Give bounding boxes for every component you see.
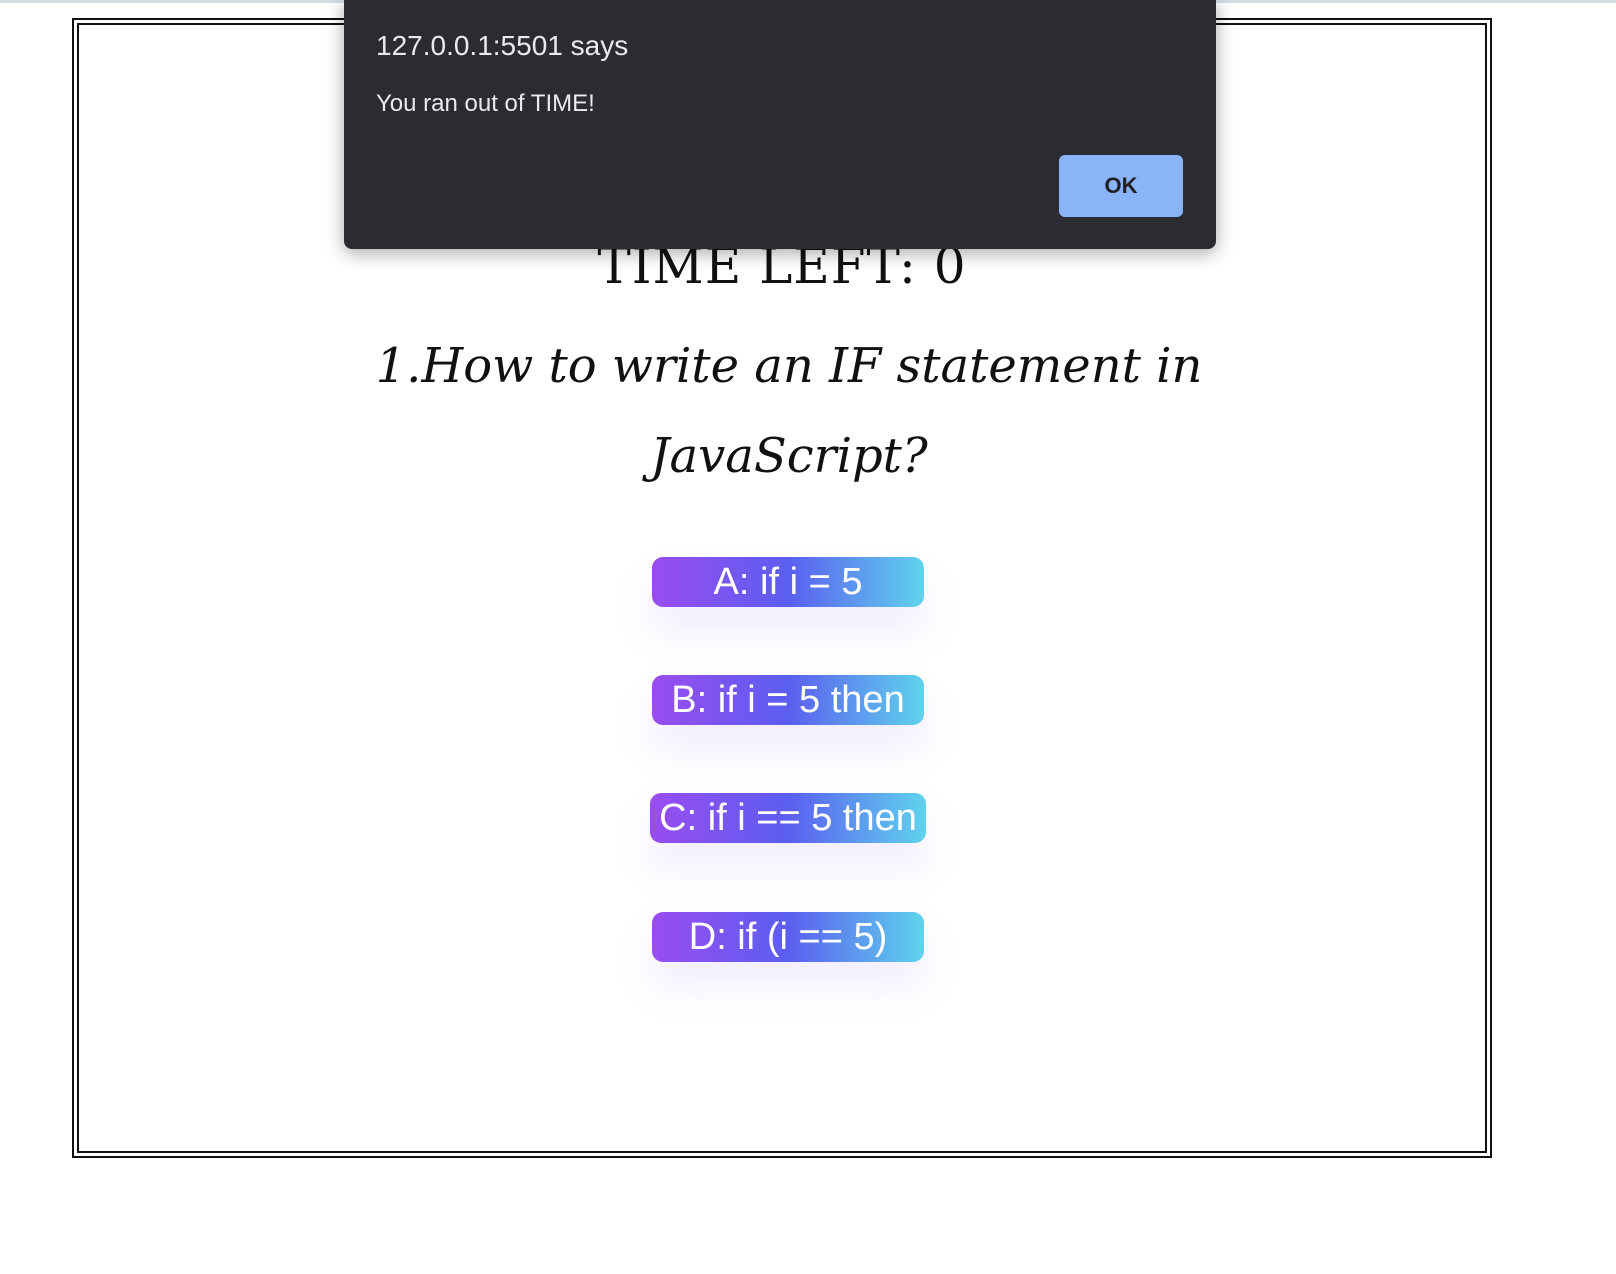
ok-button[interactable]: OK (1059, 155, 1183, 217)
answer-button-c[interactable]: C: if i == 5 then (650, 793, 926, 843)
question-text: 1.How to write an IF statement in JavaSc… (375, 338, 1203, 484)
answer-button-b[interactable]: B: if i = 5 then (652, 675, 924, 725)
dialog-message-text: You ran out of TIME! (376, 90, 595, 117)
answer-button-a[interactable]: A: if i = 5 (652, 557, 924, 607)
answer-button-d[interactable]: D: if (i == 5) (652, 912, 924, 962)
dialog-origin-text: 127.0.0.1:5501 says (376, 30, 629, 61)
alert-dialog: 127.0.0.1:5501 says You ran out of TIME!… (344, 0, 1216, 249)
